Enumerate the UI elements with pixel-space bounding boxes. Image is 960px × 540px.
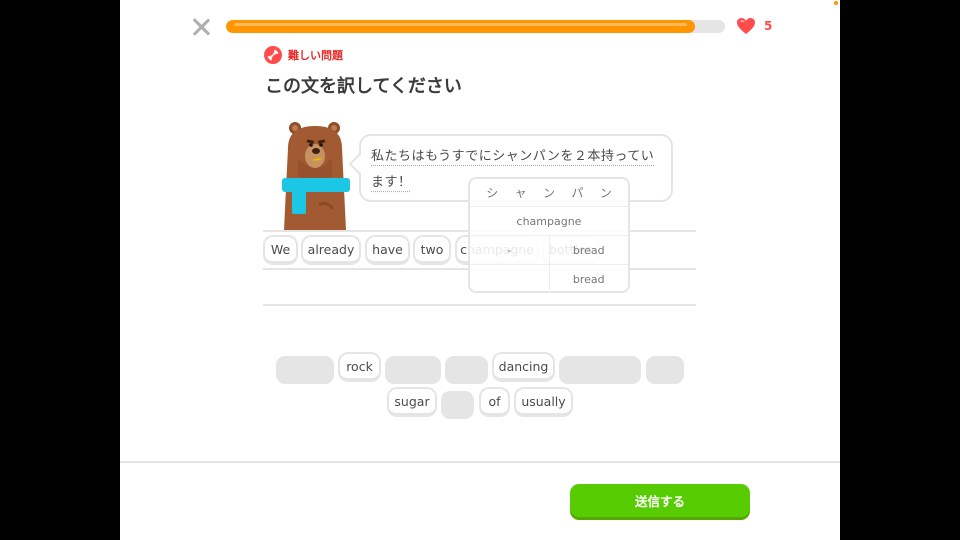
word-bank-chip-usually[interactable]: usually: [514, 387, 573, 417]
answer-line-bottom: [263, 304, 696, 306]
word-bank-empty-slot: [646, 356, 684, 384]
answer-chip-two[interactable]: two: [413, 235, 451, 265]
dumbbell-icon: [264, 46, 282, 64]
answer-chip-already[interactable]: already: [301, 235, 361, 265]
hearts-count: 5: [764, 19, 773, 33]
word-bank-chip-dancing[interactable]: dancing: [492, 352, 555, 382]
word-bank-empty-slot: [441, 391, 474, 419]
hard-challenge-badge: 難しい問題: [264, 46, 343, 64]
hint-cell: bread: [548, 236, 629, 264]
bear-character-icon: [282, 122, 350, 230]
answer-chip-have[interactable]: have: [365, 235, 410, 265]
submit-button[interactable]: 送信する: [570, 484, 750, 517]
progress-bar: [226, 20, 725, 33]
hint-row: - bread: [470, 235, 628, 264]
page-title: この文を訳してください: [265, 76, 462, 97]
hint-row: bread: [470, 264, 628, 293]
hard-challenge-label: 難しい問題: [288, 49, 343, 62]
close-icon[interactable]: [190, 16, 212, 38]
hint-header-char: シ: [486, 186, 499, 200]
word-hint-tooltip: シ ャ ン パ ン champagne - bread bread: [468, 177, 630, 293]
hint-cell: [470, 265, 549, 293]
hint-header: シ ャ ン パ ン: [470, 179, 628, 206]
hint-cell: bread: [548, 265, 629, 293]
word-bank-empty-slot: [559, 356, 641, 384]
lesson-screen: 5 難しい問題 この文を訳してください 私たちはもうすでにシャンパンを２本持って…: [120, 0, 840, 540]
progress-fill: [226, 20, 696, 33]
hint-header-char: パ: [571, 186, 584, 200]
status-dot: [834, 1, 838, 5]
heart-icon: [737, 18, 755, 34]
word-bank-chip-sugar[interactable]: sugar: [387, 387, 437, 417]
footer-divider: [120, 461, 840, 463]
hint-header-char: ャ: [514, 186, 527, 200]
answer-chip-we[interactable]: We: [263, 235, 298, 265]
hint-cell: champagne: [516, 214, 582, 228]
word-bank-empty-slot: [385, 356, 441, 384]
hearts-counter[interactable]: 5: [736, 17, 772, 35]
hint-header-char: ン: [542, 186, 555, 200]
hint-header-char: ン: [599, 186, 612, 200]
word-bank-chip-of[interactable]: of: [479, 387, 510, 417]
word-bank-chip-rock[interactable]: rock: [338, 352, 381, 382]
word-bank-empty-slot: [276, 356, 334, 384]
hint-cell: -: [507, 243, 512, 257]
word-bank-empty-slot: [445, 356, 488, 384]
hint-row: champagne: [470, 206, 628, 235]
